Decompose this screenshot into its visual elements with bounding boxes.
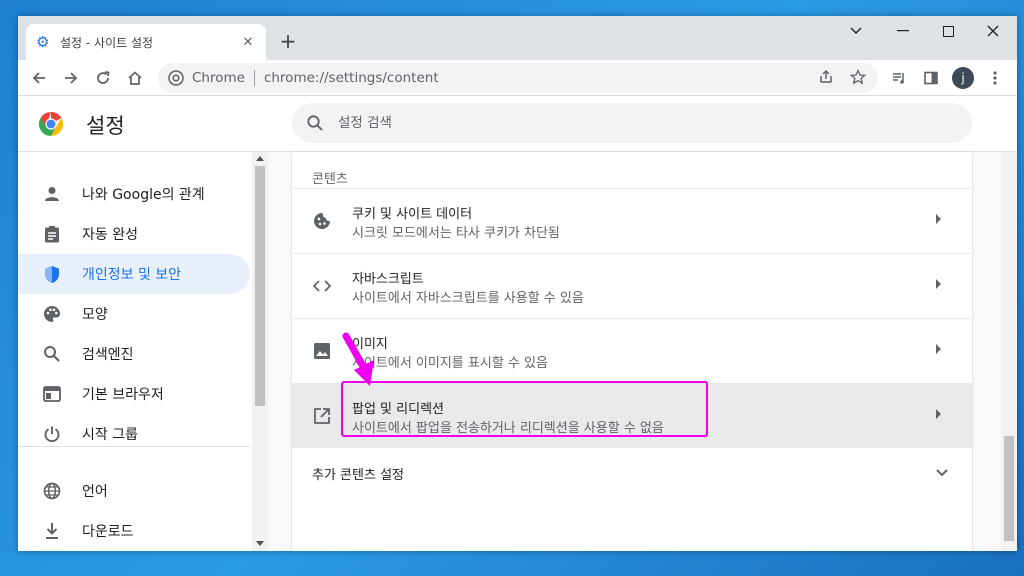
more-vert-icon: [993, 71, 997, 85]
sidebar-item-label: 개인정보 및 보안: [82, 267, 182, 283]
chevron-right-icon: [936, 344, 941, 354]
sidebar-item-label: 시작 그룹: [82, 427, 138, 443]
sidebar-item-label: 언어: [82, 484, 108, 500]
images-row[interactable]: 이미지 사이트에서 이미지를 표시할 수 있음: [292, 318, 972, 383]
person-icon: [42, 184, 62, 204]
chevron-down-icon: [936, 469, 948, 477]
side-panel-icon: [924, 71, 938, 85]
chevron-right-icon: [936, 409, 941, 419]
sidebar-item-you-and-google[interactable]: 나와 Google의 관계: [18, 174, 250, 214]
clipboard-icon: [42, 224, 62, 244]
side-panel-button[interactable]: [918, 65, 944, 91]
arrow-left-icon: [32, 72, 45, 84]
annotation-arrow-icon: [342, 332, 374, 386]
code-icon: [312, 276, 332, 296]
chevron-right-icon: [936, 279, 941, 289]
browser-icon: [42, 384, 62, 404]
close-window-button[interactable]: [970, 16, 1016, 46]
download-icon: [42, 521, 62, 541]
home-button[interactable]: [122, 65, 148, 91]
expander-title: 추가 콘텐츠 설정: [312, 468, 404, 483]
image-icon: [312, 341, 332, 361]
row-subtitle: 시크릿 모드에서는 타사 쿠키가 차단됨: [352, 226, 560, 241]
maximize-icon: [942, 25, 954, 37]
scroll-up-arrow-icon[interactable]: [256, 156, 264, 161]
sidebar-item-search-engine[interactable]: 검색엔진: [18, 334, 250, 374]
url-text[interactable]: chrome://settings/content: [264, 70, 439, 86]
reload-icon: [97, 71, 110, 84]
maximize-button[interactable]: [925, 16, 971, 46]
sidebar-item-on-startup[interactable]: 시작 그룹: [18, 414, 250, 454]
sidebar-item-label: 검색엔진: [82, 347, 134, 363]
row-title: 쿠키 및 사이트 데이터: [352, 207, 473, 222]
main-scrollbar-thumb[interactable]: [1004, 436, 1014, 541]
shield-icon: [42, 264, 62, 284]
sidebar-scrollbar-thumb[interactable]: [255, 166, 265, 406]
cookie-icon: [312, 211, 332, 231]
star-icon[interactable]: [849, 68, 867, 89]
palette-icon: [42, 304, 62, 324]
additional-content-settings[interactable]: 추가 콘텐츠 설정: [292, 447, 972, 497]
forward-button[interactable]: [58, 65, 84, 91]
sidebar-item-label: 다운로드: [82, 524, 134, 540]
playlist-icon: [893, 73, 904, 84]
menu-button[interactable]: [982, 65, 1008, 91]
row-subtitle: 사이트에서 자바스크립트를 사용할 수 있음: [352, 291, 584, 306]
settings-header: 설정: [18, 96, 1017, 152]
settings-title: 설정: [86, 114, 125, 138]
sidebar-item-label: 기본 브라우저: [82, 387, 164, 403]
chrome-icon: [168, 70, 184, 86]
sidebar-item-autofill[interactable]: 자동 완성: [18, 214, 250, 254]
sidebar-item-label: 모양: [82, 307, 108, 323]
close-tab-icon[interactable]: ✕: [240, 35, 256, 50]
sidebar-divider: [18, 446, 250, 447]
profile-avatar[interactable]: j: [952, 67, 974, 89]
minimize-button[interactable]: [880, 16, 926, 46]
address-separator: [253, 70, 255, 86]
sidebar-item-label: 나와 Google의 관계: [82, 187, 205, 203]
settings-search[interactable]: [292, 103, 972, 143]
sidebar-item-downloads[interactable]: 다운로드: [18, 511, 250, 551]
main-scrollbar[interactable]: [1001, 152, 1017, 551]
reload-button[interactable]: [90, 65, 116, 91]
back-button[interactable]: [26, 65, 52, 91]
sidebar-item-default-browser[interactable]: 기본 브라우저: [18, 374, 250, 414]
site-label: Chrome: [192, 70, 245, 86]
section-title: 콘텐츠: [312, 172, 348, 187]
javascript-row[interactable]: 자바스크립트 사이트에서 자바스크립트를 사용할 수 있음: [292, 253, 972, 318]
chevron-right-icon: [936, 214, 941, 224]
scroll-down-arrow-icon[interactable]: [256, 541, 264, 546]
arrow-right-icon: [65, 72, 78, 84]
annotation-highlight-box: [341, 381, 708, 437]
tab-strip: ⚙ 설정 - 사이트 설정 ✕ +: [18, 16, 1017, 60]
tab-search-chevron-icon[interactable]: [833, 16, 879, 46]
sidebar-item-appearance[interactable]: 모양: [18, 294, 250, 334]
address-bar[interactable]: Chrome chrome://settings/content: [158, 63, 878, 93]
row-title: 자바스크립트: [352, 272, 424, 287]
power-icon: [42, 424, 62, 444]
content-settings-card: 콘텐츠 쿠키 및 사이트 데이터 시크릿 모드에서는 타사 쿠키가 차단됨 자바…: [292, 152, 972, 551]
tab-settings[interactable]: ⚙ 설정 - 사이트 설정 ✕: [26, 24, 266, 60]
gear-icon: ⚙: [36, 33, 50, 51]
share-icon[interactable]: [818, 69, 834, 89]
new-tab-button[interactable]: +: [276, 30, 300, 54]
search-icon: [42, 344, 62, 364]
tab-title: 설정 - 사이트 설정: [60, 35, 154, 50]
open-in-new-icon: [312, 406, 332, 426]
sidebar-item-label: 자동 완성: [82, 227, 138, 243]
browser-window: ⚙ 설정 - 사이트 설정 ✕ + Chrome chrome://settin…: [18, 16, 1017, 551]
cookies-row[interactable]: 쿠키 및 사이트 데이터 시크릿 모드에서는 타사 쿠키가 차단됨: [292, 188, 972, 253]
sidebar-item-privacy-security[interactable]: 개인정보 및 보안: [18, 254, 250, 294]
media-control-button[interactable]: [886, 65, 912, 91]
sidebar-item-languages[interactable]: 언어: [18, 471, 250, 511]
sidebar-scrollbar[interactable]: [252, 152, 268, 551]
search-input[interactable]: [338, 115, 898, 131]
home-icon: [128, 71, 142, 85]
search-icon: [307, 115, 323, 131]
chrome-logo-icon: [38, 112, 64, 136]
settings-sidebar: 나와 Google의 관계 자동 완성 개인정보 및 보안 모양 검색엔진 기본…: [18, 152, 268, 551]
globe-icon: [42, 481, 62, 501]
browser-toolbar: Chrome chrome://settings/content j: [18, 60, 1017, 96]
